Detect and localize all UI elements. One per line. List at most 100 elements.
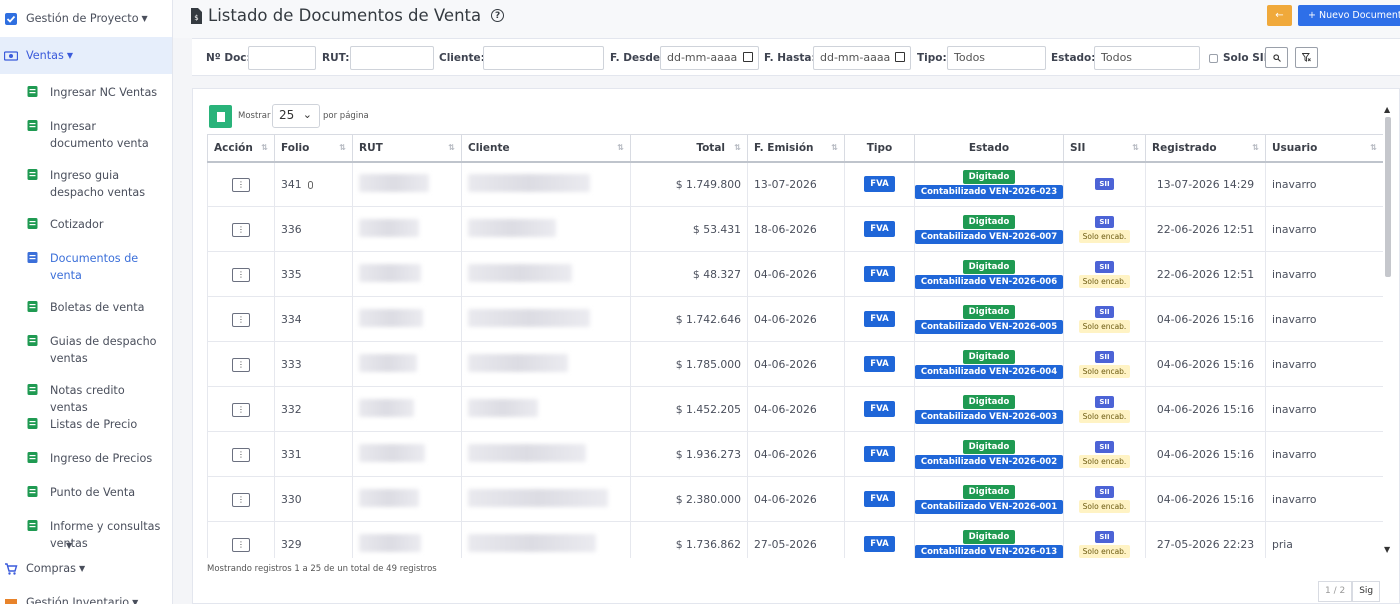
sort-icon[interactable]: ⇅ [261,143,268,152]
column-header-7[interactable]: Estado [914,134,1064,163]
sort-icon[interactable]: ⇅ [1370,143,1377,152]
export-excel-button[interactable] [209,105,232,128]
tipo-cell: FVA [844,476,915,522]
tipo-badge: FVA [864,536,895,552]
sii-badge: SII [1095,350,1114,363]
column-header-label: Estado [968,141,1010,154]
sidebar-subitem-1[interactable]: Ingresar documento venta [0,108,172,157]
calendar-icon[interactable] [743,52,753,62]
back-button[interactable]: ← [1267,5,1292,26]
column-header-label: RUT [359,141,383,154]
table-row[interactable]: ⋮ 334 $ 1.742.646 04-06-2026 FVA Digitado Cont… [207,296,1383,342]
row-action-button[interactable]: ⋮ [232,267,250,282]
row-action-button[interactable]: ⋮ [232,222,250,237]
sidebar-subitem-4[interactable]: Documentos de venta [0,240,172,289]
documents-table-wrap: Acción ⇅ Folio ⇅ RUT ⇅ Cliente ⇅ Total ⇅ F. Emisió… [207,134,1383,558]
sort-icon[interactable]: ⇅ [1252,143,1259,152]
sidebar-subitem-10[interactable]: Punto de Venta [0,474,172,508]
column-header-1[interactable]: Folio ⇅ [274,134,353,163]
column-header-0[interactable]: Acción ⇅ [207,134,275,163]
sort-icon[interactable]: ⇅ [448,143,455,152]
column-header-9[interactable]: Registrado ⇅ [1145,134,1266,163]
sidebar-subitem-3[interactable]: Cotizador [0,206,172,240]
column-header-5[interactable]: F. Emisión ⇅ [747,134,845,163]
sort-icon[interactable]: ⇅ [1132,143,1139,152]
paperclip-icon[interactable] [307,180,313,189]
row-action-button[interactable]: ⋮ [232,492,250,507]
column-header-6[interactable]: Tipo [844,134,915,163]
mostrar-label: Mostrar [238,111,271,121]
ndoc-input[interactable] [248,46,316,70]
column-header-3[interactable]: Cliente ⇅ [461,134,631,163]
tipo-cell: FVA [844,251,915,297]
folio-value: 329 [281,537,302,551]
sidebar-subitem-label: Documentos de venta [50,252,139,282]
row-action-button[interactable]: ⋮ [232,357,250,372]
sidebar-item-gestion-proyecto[interactable]: Gestión de Proyecto ▼ [0,0,172,37]
table-row[interactable]: ⋮ 335 $ 48.327 04-06-2026 FVA Digitado Contabi… [207,251,1383,297]
list-icon [26,451,40,465]
row-action-button[interactable]: ⋮ [232,537,250,552]
next-page-button[interactable]: Sig [1352,581,1381,602]
sidebar-subitem-5[interactable]: Boletas de venta [0,289,172,323]
fecha-hasta-input[interactable]: dd-mm-aaaa [813,46,911,70]
table-row[interactable]: ⋮ 331 $ 1.936.273 04-06-2026 FVA Digitado Cont… [207,431,1383,477]
action-cell: ⋮ [207,251,275,297]
registrado-cell: 22-06-2026 12:51 [1145,251,1266,297]
solo-encab-badge: Solo encab. [1078,409,1131,423]
estado-select[interactable]: Todos [1094,46,1200,70]
sidebar-subitem-6[interactable]: Guias de despacho ventas [0,323,172,372]
sidebar-subitem-2[interactable]: Ingreso guia despacho ventas [0,157,172,206]
tipo-select[interactable]: Todos [947,46,1046,70]
row-action-button[interactable]: ⋮ [232,312,250,327]
registrado-cell: 04-06-2026 15:16 [1145,386,1266,432]
sort-icon[interactable]: ⇅ [831,143,838,152]
action-cell: ⋮ [207,431,275,477]
cliente-input[interactable] [483,46,604,70]
clear-filter-button[interactable] [1295,47,1318,68]
row-action-button[interactable]: ⋮ [232,447,250,462]
rut-input[interactable] [350,46,434,70]
column-header-2[interactable]: RUT ⇅ [352,134,462,163]
scroll-down-arrow-icon[interactable]: ▼ [1384,545,1390,554]
column-header-10[interactable]: Usuario ⇅ [1265,134,1383,163]
sidebar-subitem-9[interactable]: Ingreso de Precios [0,440,172,474]
row-action-button[interactable]: ⋮ [232,177,250,192]
help-icon[interactable]: ? [491,9,505,22]
rut-cell [352,251,462,297]
emision-cell: 04-06-2026 [747,431,845,477]
sidebar-subitem-0[interactable]: Ingresar NC Ventas [0,74,172,108]
sidebar-item-ventas[interactable]: Ventas ▼ [0,37,172,74]
row-action-button[interactable]: ⋮ [232,402,250,417]
redacted-cliente [468,263,572,282]
scroll-up-arrow-icon[interactable]: ▲ [1384,105,1390,114]
sidebar-item-label: Gestión de Proyecto [26,12,139,25]
sidebar-item-compras[interactable]: Compras ▼ [0,550,95,587]
sort-icon[interactable]: ⇅ [339,143,346,152]
column-header-4[interactable]: Total ⇅ [630,134,748,163]
search-button[interactable] [1265,47,1288,68]
scrollbar-thumb[interactable] [1385,117,1391,277]
calendar-icon[interactable] [895,52,905,62]
sidebar-subitem-7[interactable]: Notas credito ventas [0,372,172,414]
sidebar-item-inventario[interactable]: Gestión Inventario ▼ [0,584,148,604]
redacted-cliente [468,533,596,552]
estado-digitado-badge: Digitado [962,214,1016,229]
table-row[interactable]: ⋮ 329 $ 1.736.862 27-05-2026 FVA Digitado Cont… [207,521,1383,558]
rut-cell [352,296,462,342]
estado-cell: Digitado Contabilizado VEN-2026-006 [914,251,1064,297]
fecha-desde-input[interactable]: dd-mm-aaaa [660,46,759,70]
solo-sii-checkbox[interactable] [1209,54,1218,63]
column-header-8[interactable]: SII ⇅ [1063,134,1146,163]
page-size-select[interactable]: 25 ⌄ [272,104,320,128]
new-document-button[interactable]: + Nuevo Documento [1298,5,1400,26]
sort-icon[interactable]: ⇅ [617,143,624,152]
table-row[interactable]: ⋮ 333 $ 1.785.000 04-06-2026 FVA Digitado Cont… [207,341,1383,387]
table-row[interactable]: ⋮ 330 $ 2.380.000 04-06-2026 FVA Digitado Cont… [207,476,1383,522]
table-row[interactable]: ⋮ 336 $ 53.431 18-06-2026 FVA Digitado Contabi… [207,206,1383,252]
table-row[interactable]: ⋮ 341 $ 1.749.800 13-07-2026 FVA Digitado Cont… [207,161,1383,207]
registrado-cell: 04-06-2026 15:16 [1145,341,1266,387]
table-row[interactable]: ⋮ 332 $ 1.452.205 04-06-2026 FVA Digitado Cont… [207,386,1383,432]
sort-icon[interactable]: ⇅ [734,143,741,152]
search-icon [1272,53,1281,62]
